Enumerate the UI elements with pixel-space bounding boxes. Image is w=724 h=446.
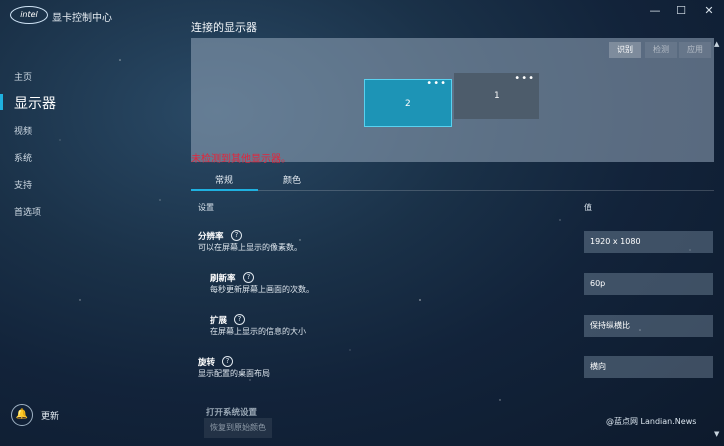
sidebar-item-video[interactable]: 视频 — [14, 124, 32, 137]
scaling-dropdown[interactable]: 保持纵横比 — [584, 315, 713, 337]
setting-description: 可以在屏幕上显示的像素数。 — [198, 243, 302, 252]
tab-general[interactable]: 常规 — [215, 173, 233, 186]
sidebar-item-preferences[interactable]: 首选项 — [14, 205, 41, 218]
sidebar-item-system[interactable]: 系统 — [14, 151, 32, 164]
setting-description: 每秒更新屏幕上画面的次数。 — [210, 285, 314, 294]
tab-color[interactable]: 颜色 — [283, 173, 301, 186]
open-system-settings-heading: 打开系统设置 — [206, 408, 258, 418]
detect-button[interactable]: 检测 — [645, 42, 677, 58]
update-label[interactable]: 更新 — [41, 409, 59, 422]
setting-title: 旋转 — [198, 358, 216, 368]
help-icon[interactable]: ? — [222, 356, 233, 367]
resolution-dropdown[interactable]: 1920 x 1080 — [584, 231, 713, 253]
restore-original-color-button[interactable]: 恢复到原始颜色 — [204, 418, 272, 438]
setting-title: 分辨率 — [198, 232, 224, 242]
identify-button[interactable]: 识别 — [609, 42, 641, 58]
scroll-down-icon[interactable]: ▼ — [714, 430, 719, 438]
rotation-dropdown[interactable]: 横向 — [584, 356, 713, 378]
more-options-icon[interactable]: ••• — [426, 78, 447, 89]
setting-description: 显示配置的桌面布局 — [198, 369, 270, 378]
sidebar-item-home[interactable]: 主页 — [14, 70, 32, 83]
sidebar-item-support[interactable]: 支持 — [14, 178, 32, 191]
bell-icon[interactable]: 🔔 — [11, 404, 33, 426]
scroll-up-icon[interactable]: ▲ — [714, 40, 719, 48]
app-title: 显卡控制中心 — [52, 13, 112, 24]
active-indicator — [0, 94, 3, 110]
sidebar-item-display[interactable]: 显示器 — [14, 93, 56, 113]
warning-message: 未检测到其他显示器。 — [191, 154, 291, 165]
column-header-settings: 设置 — [198, 203, 214, 212]
minimize-button[interactable]: — — [642, 2, 668, 20]
close-button[interactable]: ✕ — [696, 2, 722, 20]
column-header-value: 值 — [584, 203, 592, 212]
more-options-icon[interactable]: ••• — [514, 73, 535, 84]
refresh-rate-dropdown[interactable]: 60p — [584, 273, 713, 295]
setting-title: 扩展 — [210, 316, 228, 326]
monitor-1-tile[interactable]: ••• 1 — [454, 73, 539, 119]
apply-button[interactable]: 应用 — [679, 42, 711, 58]
help-icon[interactable]: ? — [231, 230, 242, 241]
watermark: @蓝点网 Landian.News — [606, 417, 697, 426]
page-title: 连接的显示器 — [191, 21, 257, 34]
scrollbar[interactable]: ▲ ▼ — [714, 40, 722, 440]
monitor-2-tile[interactable]: ••• 2 — [364, 78, 452, 127]
help-icon[interactable]: ? — [243, 272, 254, 283]
tab-divider — [191, 190, 714, 191]
monitor-label: 2 — [405, 99, 411, 109]
setting-title: 刷新率 — [210, 274, 236, 284]
monitor-label: 1 — [494, 91, 500, 101]
setting-description: 在屏幕上显示的信息的大小 — [210, 327, 306, 336]
help-icon[interactable]: ? — [234, 314, 245, 325]
maximize-button[interactable]: ☐ — [668, 2, 694, 20]
tab-selected-indicator — [191, 189, 258, 191]
intel-logo: intel — [10, 6, 48, 24]
